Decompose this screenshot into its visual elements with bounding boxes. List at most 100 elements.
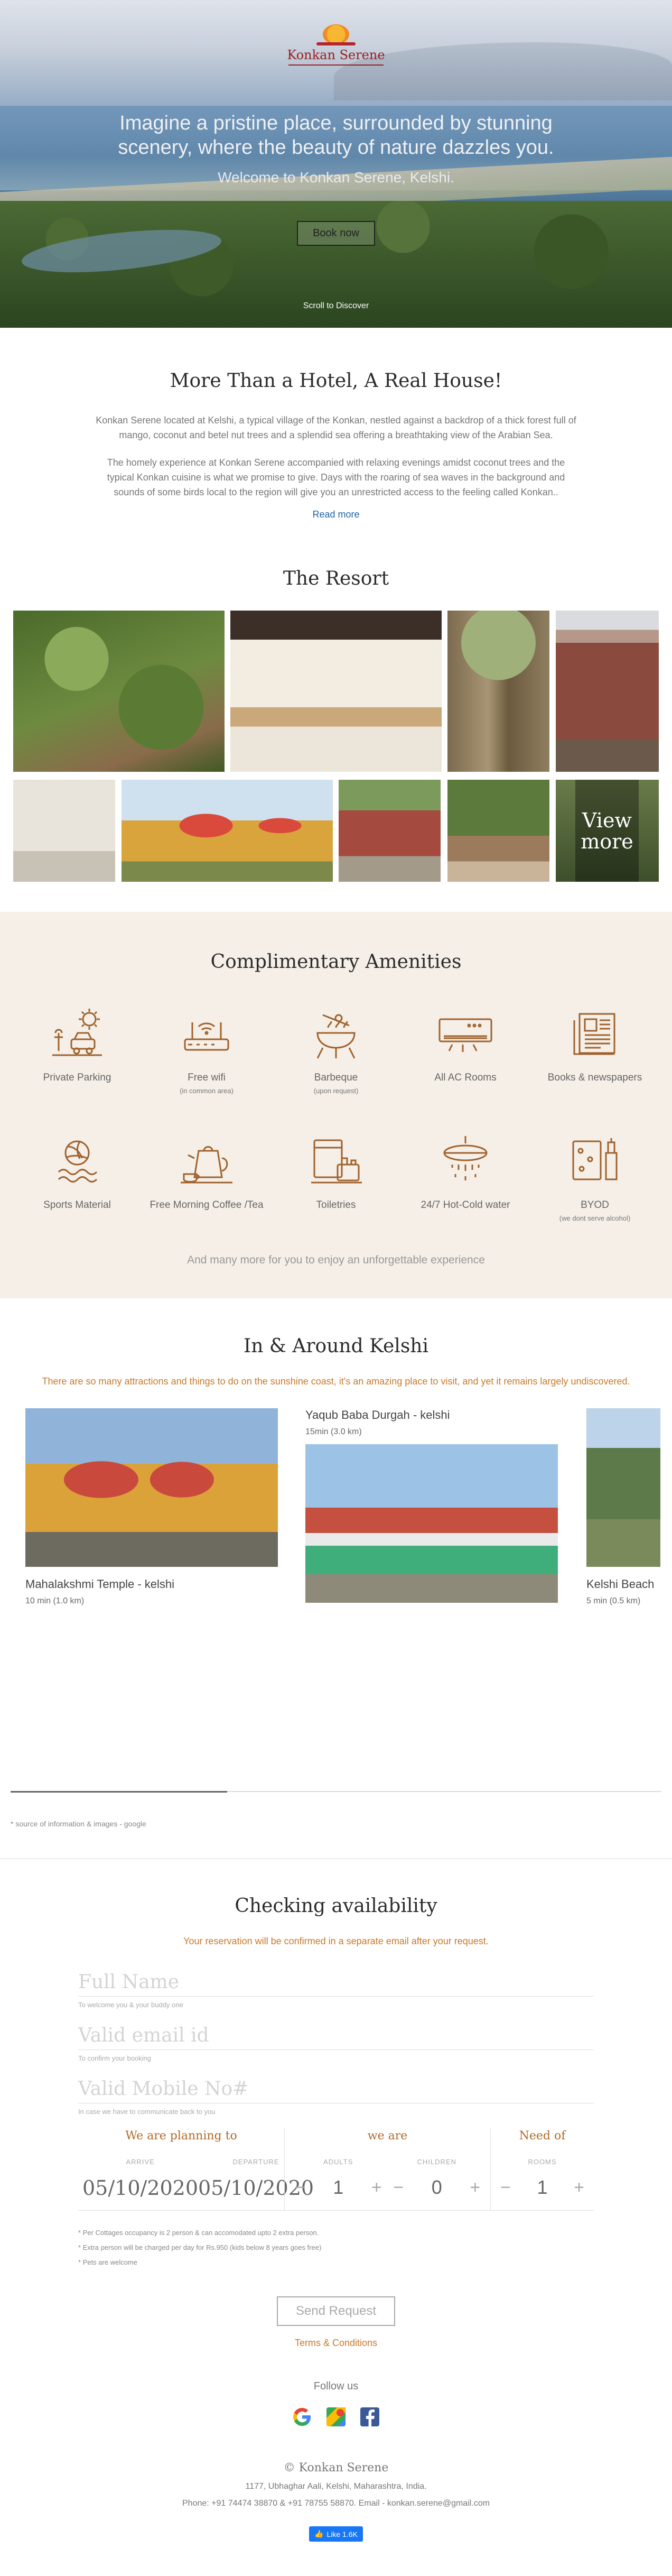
amenity-sports: Sports Material	[13, 1132, 142, 1222]
toiletries-icon	[311, 1139, 362, 1184]
adults-label: ADULTS	[323, 2158, 353, 2166]
send-request-button[interactable]: Send Request	[276, 2296, 396, 2326]
place-name: Mahalakshmi Temple - kelshi	[25, 1577, 175, 1591]
amenities-grid: Private Parking Free wifi (in common are…	[0, 1004, 672, 1222]
gallery-photo-bathroom[interactable]	[13, 780, 115, 882]
email-help: To confirm your booking	[78, 2054, 152, 2062]
places-carousel: Mahalakshmi Temple - kelshi 10 min (1.0 …	[0, 1408, 672, 1614]
we-are-heading: we are	[367, 2129, 408, 2143]
place-card[interactable]: Mahalakshmi Temple - kelshi 10 min (1.0 …	[25, 1408, 278, 1606]
gallery-photo-banyan-tree[interactable]	[447, 611, 549, 772]
google-maps-icon[interactable]	[324, 2405, 348, 2429]
facebook-like-button[interactable]: 👍 Like 1.6K	[309, 2526, 363, 2542]
resort-section: The Resort View more	[0, 547, 672, 912]
about-paragraph-2: The homely experience at Konkan Serene a…	[107, 457, 565, 497]
amenity-parking: Private Parking	[13, 1004, 142, 1095]
booking-note: Your reservation will be confirmed in a …	[183, 1936, 489, 1946]
arrive-label: ARRIVE	[126, 2158, 155, 2166]
footer: © Konkan Serene 1177, Ubhaghar Aali, Kel…	[0, 2461, 672, 2542]
gallery-photo-courtyard[interactable]	[447, 780, 549, 882]
amenity-barbeque: Barbeque (upon request)	[272, 1004, 401, 1095]
children-count: 0	[431, 2176, 442, 2198]
rooms-minus-button[interactable]: −	[500, 2177, 511, 2198]
children-plus-button[interactable]: +	[470, 2177, 480, 2198]
about-section: More Than a Hotel, A Real House! Konkan …	[0, 328, 672, 547]
place-name: Kelshi Beach	[586, 1577, 655, 1591]
booking-section: Checking availability Your reservation w…	[0, 1858, 672, 2542]
gallery-photo-bedroom[interactable]	[230, 611, 442, 772]
scroll-to-discover-link[interactable]: Scroll to Discover	[0, 301, 672, 311]
amenities-section: Complimentary Amenities Private Parking …	[0, 912, 672, 1298]
volleyball-icon	[58, 1140, 98, 1183]
amenity-label: 24/7 Hot-Cold water	[421, 1199, 510, 1211]
booking-form: To welcome you & your buddy one To confi…	[78, 1968, 594, 2270]
place-distance: 15min (3.0 km)	[305, 1427, 362, 1436]
barbeque-icon	[316, 1014, 356, 1059]
amenity-byod: BYOD (we dont serve alcohol)	[530, 1132, 660, 1222]
adults-count: 1	[333, 2176, 344, 2198]
children-minus-button[interactable]: −	[393, 2177, 404, 2198]
children-label: CHILDREN	[417, 2158, 456, 2166]
book-now-button[interactable]: Book now	[297, 221, 375, 246]
email-input[interactable]	[78, 2021, 594, 2050]
parking-icon	[52, 1009, 102, 1056]
place-name: Yaqub Baba Durgah - kelshi	[305, 1408, 450, 1421]
adults-plus-button[interactable]: +	[371, 2177, 382, 2198]
amenity-label: Private Parking	[43, 1072, 111, 1083]
need-of-heading: Need of	[519, 2129, 566, 2143]
terms-link[interactable]: Terms & Conditions	[0, 2338, 672, 2349]
read-more-link[interactable]: Read more	[312, 509, 359, 520]
carousel-scroll-thumb[interactable]	[11, 1791, 227, 1793]
amenity-label: BYOD	[581, 1199, 609, 1211]
google-icon[interactable]	[291, 2405, 314, 2429]
place-photo-temple	[25, 1408, 278, 1567]
facebook-icon[interactable]	[358, 2405, 381, 2429]
gallery-view-more-tile[interactable]: View more	[556, 780, 659, 882]
amenity-coffee: Free Morning Coffee /Tea	[142, 1132, 272, 1222]
mobile-help: In case we have to communicate back to y…	[78, 2108, 216, 2116]
place-card[interactable]: Yaqub Baba Durgah - kelshi 15min (3.0 km…	[305, 1408, 558, 1603]
amenity-label: Free Morning Coffee /Tea	[150, 1199, 264, 1211]
hero-welcome: Welcome to Konkan Serene, Kelshi.	[218, 169, 454, 186]
full-name-help: To welcome you & your buddy one	[78, 2001, 183, 2009]
amenity-label: Toiletries	[316, 1199, 356, 1211]
place-photo-durgah	[305, 1444, 558, 1603]
shower-icon	[443, 1136, 488, 1180]
kettle-icon	[181, 1146, 232, 1184]
wifi-router-icon	[184, 1022, 229, 1051]
booking-notes: * Per Cottages occupancy is 2 person & c…	[78, 2226, 594, 2270]
rooms-count: 1	[537, 2176, 548, 2198]
adults-minus-button[interactable]: −	[295, 2177, 305, 2198]
gallery-photo-garden-path[interactable]	[13, 611, 225, 772]
booking-title: Checking availability	[235, 1895, 437, 1917]
mobile-input[interactable]	[78, 2075, 594, 2103]
about-title: More Than a Hotel, A Real House!	[170, 370, 502, 392]
site-logo[interactable]: Konkan Serene	[267, 22, 405, 66]
carousel-scrollbar[interactable]	[11, 1791, 661, 1793]
drinks-icon	[572, 1138, 618, 1180]
amenity-label: Books & newspapers	[547, 1072, 642, 1083]
amenity-sub: (in common area)	[180, 1087, 234, 1095]
footer-address: 1177, Ubhaghar Aali, Kelshi, Maharashtra…	[245, 2482, 427, 2491]
gallery-photo-red-cottages[interactable]	[339, 780, 441, 882]
resort-gallery: View more	[0, 611, 672, 885]
place-card[interactable]: Kelshi Beach 5 min (0.5 km)	[586, 1408, 672, 1606]
hero-banner: Konkan Serene Imagine a pristine place, …	[0, 0, 672, 328]
footer-contact: Phone: +91 74474 38870 & +91 78755 58870…	[182, 2499, 490, 2508]
gallery-photo-cottage[interactable]	[556, 611, 659, 772]
amenities-more-text: And many more for you to enjoy an unforg…	[187, 1254, 485, 1266]
gallery-photo-temple[interactable]	[122, 780, 333, 882]
hero-tagline: Imagine a pristine place, surrounded by …	[118, 112, 554, 159]
around-section: In & Around Kelshi There are so many att…	[0, 1298, 672, 1636]
arrive-date-input[interactable]: 05/10/2020	[82, 2176, 198, 2210]
stay-planner: We are planning to ARRIVE 05/10/2020 DEPA…	[78, 2128, 594, 2211]
around-intro: There are so many attractions and things…	[42, 1376, 630, 1387]
view-more-label[interactable]: View more	[575, 780, 639, 882]
full-name-input[interactable]	[78, 1968, 594, 1997]
place-distance: 10 min (1.0 km)	[25, 1596, 85, 1605]
rooms-plus-button[interactable]: +	[574, 2177, 584, 2198]
place-photo-beach	[586, 1408, 660, 1567]
newspaper-icon	[573, 1013, 615, 1055]
around-title: In & Around Kelshi	[244, 1335, 428, 1357]
booking-note-item: * Pets are welcome	[78, 2258, 137, 2266]
